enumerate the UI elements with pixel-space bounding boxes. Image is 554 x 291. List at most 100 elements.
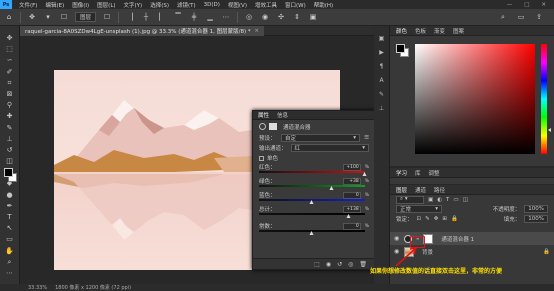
- align-left-icon[interactable]: ▕: [125, 12, 135, 22]
- healing-brush-icon[interactable]: ✚: [4, 112, 16, 121]
- zoom-tool-icon[interactable]: ⌕: [4, 258, 16, 267]
- monochrome-checkbox[interactable]: [259, 155, 264, 161]
- path-select-tool-icon[interactable]: ↖: [4, 224, 16, 233]
- tab-info[interactable]: 信息: [277, 111, 288, 119]
- hand-tool-icon[interactable]: ✋: [4, 247, 16, 256]
- move-tool-icon[interactable]: ✥: [27, 12, 37, 22]
- fill-input[interactable]: 100%: [524, 215, 548, 223]
- slider-thumb[interactable]: [309, 200, 314, 204]
- character-icon[interactable]: A: [377, 76, 386, 85]
- history-icon[interactable]: ▣: [377, 34, 386, 43]
- close-tab-icon[interactable]: ×: [254, 28, 259, 34]
- shape-tool-icon[interactable]: ▭: [4, 235, 16, 244]
- mask-icon[interactable]: [269, 123, 277, 130]
- workspace-icon[interactable]: ▭: [516, 12, 526, 22]
- foreground-color-chip[interactable]: [396, 44, 405, 53]
- 3d-scale-icon[interactable]: ▣: [308, 12, 318, 22]
- clip-to-layer-icon[interactable]: ⬚: [314, 261, 320, 268]
- crop-tool-icon[interactable]: ⌗: [4, 79, 16, 88]
- eye-icon[interactable]: ◉: [394, 235, 400, 242]
- history-brush-icon[interactable]: ↺: [4, 146, 16, 155]
- pen-tool-icon[interactable]: ✒: [4, 202, 16, 211]
- slider-value-input[interactable]: +138: [342, 205, 361, 213]
- opacity-input[interactable]: 100%: [524, 205, 548, 213]
- hue-slider-handle[interactable]: [548, 128, 551, 132]
- align-right-icon[interactable]: ▏: [157, 12, 167, 22]
- align-bottom-icon[interactable]: ▁: [205, 12, 215, 22]
- filter-adjust-icon[interactable]: ◐: [437, 197, 442, 203]
- eyedropper-tool-icon[interactable]: ⚲: [4, 101, 16, 110]
- preset-menu-icon[interactable]: ☰: [364, 135, 369, 141]
- align-center-icon[interactable]: ┼: [141, 12, 151, 22]
- slider-track[interactable]: [259, 171, 367, 176]
- menu-window[interactable]: 窗口(W): [281, 1, 310, 9]
- output-channel-dropdown[interactable]: 红 ▾: [290, 144, 369, 152]
- tab-color[interactable]: 颜色: [396, 27, 407, 35]
- marquee-tool-icon[interactable]: ⬚: [4, 45, 16, 54]
- quick-select-tool-icon[interactable]: ✐: [4, 68, 16, 77]
- layer-name[interactable]: 通道混合器 1: [441, 235, 474, 243]
- blend-mode-dropdown[interactable]: 正常 ▾: [396, 205, 442, 213]
- slider-value-input[interactable]: +100: [342, 163, 361, 171]
- slider-value-input[interactable]: +38: [342, 177, 361, 185]
- tab-swatches[interactable]: 色板: [415, 27, 426, 35]
- auto-select-dropdown[interactable]: 图层: [75, 12, 97, 22]
- brush-settings-icon[interactable]: ✎: [377, 90, 386, 99]
- tab-channels[interactable]: 通道: [415, 186, 426, 194]
- dodge-tool-icon[interactable]: ●: [4, 191, 16, 200]
- slider-thumb[interactable]: [309, 231, 314, 235]
- menu-select[interactable]: 选择(S): [146, 1, 173, 9]
- type-tool-icon[interactable]: T: [4, 213, 16, 222]
- layer-name[interactable]: 背景: [422, 248, 433, 256]
- clone-stamp-icon[interactable]: ⊥: [4, 135, 16, 144]
- clone-source-icon[interactable]: ⊥: [377, 104, 386, 113]
- reset-icon[interactable]: ↺: [337, 261, 342, 268]
- filter-shape-icon[interactable]: ▭: [453, 197, 458, 203]
- tab-learn[interactable]: 学习: [396, 169, 407, 177]
- lock-all-icon[interactable]: 🔒: [451, 216, 458, 222]
- align-top-icon[interactable]: ▔: [173, 12, 183, 22]
- auto-select-checkbox[interactable]: ☐: [59, 12, 69, 22]
- zoom-level[interactable]: 33.33%: [28, 285, 47, 291]
- maximize-icon[interactable]: □: [524, 2, 529, 8]
- filter-smart-icon[interactable]: ◫: [463, 197, 468, 203]
- paragraph-icon[interactable]: ¶: [377, 62, 386, 71]
- menu-image[interactable]: 图像(I): [68, 1, 93, 9]
- layer-filter-dropdown[interactable]: ⌕ ▾: [396, 195, 424, 204]
- search-icon[interactable]: ⌕: [498, 12, 508, 22]
- slider-thumb[interactable]: [362, 172, 367, 176]
- lock-pixels-icon[interactable]: ⊡: [417, 216, 422, 222]
- menu-help[interactable]: 帮助(H): [310, 1, 337, 9]
- 3d-roll-icon[interactable]: ◉: [260, 12, 270, 22]
- menu-filter[interactable]: 滤镜(T): [173, 1, 200, 9]
- tab-gradients[interactable]: 渐变: [434, 27, 445, 35]
- tab-paths[interactable]: 路径: [434, 186, 445, 194]
- menu-layer[interactable]: 图层(L): [93, 1, 119, 9]
- foreground-color-swatch[interactable]: [4, 168, 13, 177]
- move-tool-icon[interactable]: ✥: [4, 34, 16, 43]
- document-tab[interactable]: raquel-garcia-8A0SZDw4LgE-unsplash (1).j…: [20, 26, 264, 36]
- lock-paint-icon[interactable]: ✎: [425, 216, 430, 222]
- lock-artboard-icon[interactable]: ⊞: [442, 216, 447, 222]
- hue-slider[interactable]: [541, 44, 547, 154]
- menu-edit[interactable]: 编辑(E): [41, 1, 68, 9]
- slider-thumb[interactable]: [346, 214, 351, 218]
- dropdown-arrow-icon[interactable]: ▾: [43, 12, 53, 22]
- tab-patterns[interactable]: 图案: [453, 27, 464, 35]
- slider-value-input[interactable]: 0: [342, 222, 361, 230]
- more-tools-icon[interactable]: ⋯: [4, 269, 16, 278]
- frame-tool-icon[interactable]: ⊠: [4, 90, 16, 99]
- tab-adjustments[interactable]: 调整: [429, 169, 440, 177]
- 3d-drag-icon[interactable]: ✣: [276, 12, 286, 22]
- play-icon[interactable]: ▶: [377, 48, 386, 57]
- menu-type[interactable]: 文字(Y): [120, 1, 147, 9]
- color-picker-field[interactable]: [415, 44, 535, 154]
- 3d-orbit-icon[interactable]: ◎: [244, 12, 254, 22]
- slider-thumb[interactable]: [329, 186, 334, 190]
- minimize-icon[interactable]: —: [507, 2, 513, 8]
- share-icon[interactable]: ⇪: [534, 12, 544, 22]
- slider-track[interactable]: [259, 230, 365, 235]
- eraser-tool-icon[interactable]: ◫: [4, 157, 16, 166]
- menu-view[interactable]: 视图(V): [224, 1, 251, 9]
- brush-tool-icon[interactable]: ✎: [4, 124, 16, 133]
